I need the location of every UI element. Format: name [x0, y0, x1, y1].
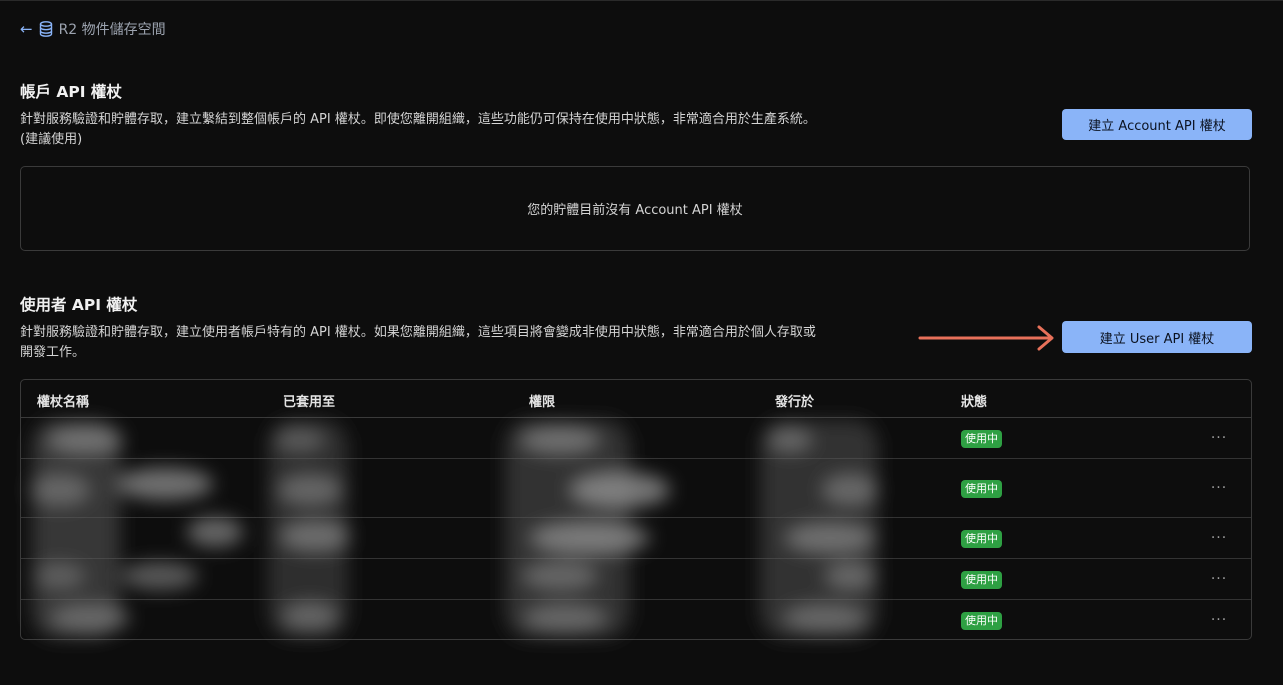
column-header-status[interactable]: 狀態 [961, 391, 987, 410]
account-section-title: 帳戶 API 權杖 [20, 83, 122, 101]
row-menu-icon[interactable]: ··· [1207, 613, 1231, 631]
status-badge: 使用中 [961, 430, 1002, 448]
table-row: 使用中 ··· [21, 418, 1251, 459]
account-section-description: 針對服務驗證和貯體存取，建立繫結到整個帳戶的 API 權杖。即使您離開組織，這些… [20, 112, 816, 147]
create-user-api-token-button[interactable]: 建立 User API 權杖 [1062, 321, 1252, 353]
database-icon [39, 21, 53, 37]
user-tokens-table: 權杖名稱 已套用至 權限 發行於 狀態 使用中 ··· 使用中 ··· 使用中 … [20, 379, 1252, 640]
account-tokens-empty-state: 您的貯體目前沒有 Account API 權杖 [20, 166, 1250, 251]
table-row: 使用中 ··· [21, 518, 1251, 559]
column-header-permissions[interactable]: 權限 [529, 391, 555, 410]
status-badge: 使用中 [961, 530, 1002, 548]
empty-state-message: 您的貯體目前沒有 Account API 權杖 [527, 203, 743, 218]
column-header-token-name[interactable]: 權杖名稱 [37, 391, 89, 410]
top-divider [0, 0, 1283, 1]
column-header-applied-to[interactable]: 已套用至 [283, 391, 335, 410]
column-header-issued-at[interactable]: 發行於 [775, 391, 814, 410]
row-menu-icon[interactable]: ··· [1207, 572, 1231, 590]
user-section-title: 使用者 API 權杖 [20, 296, 138, 314]
table-header: 權杖名稱 已套用至 權限 發行於 狀態 [21, 380, 1251, 418]
annotation-arrow-icon [918, 325, 1054, 351]
status-badge: 使用中 [961, 480, 1002, 498]
row-menu-icon[interactable]: ··· [1207, 531, 1231, 549]
row-menu-icon[interactable]: ··· [1207, 481, 1231, 499]
breadcrumb: ← R2 物件儲存空間 [20, 18, 166, 40]
table-row: 使用中 ··· [21, 600, 1251, 639]
breadcrumb-label[interactable]: R2 物件儲存空間 [59, 19, 166, 39]
create-account-api-token-button[interactable]: 建立 Account API 權杖 [1062, 109, 1252, 140]
status-badge: 使用中 [961, 612, 1002, 630]
status-badge: 使用中 [961, 571, 1002, 589]
table-row: 使用中 ··· [21, 559, 1251, 600]
table-row: 使用中 ··· [21, 459, 1251, 518]
user-section-description: 針對服務驗證和貯體存取，建立使用者帳戶特有的 API 權杖。如果您離開組織，這些… [20, 325, 816, 360]
arrow-left-icon[interactable]: ← [20, 20, 33, 38]
row-menu-icon[interactable]: ··· [1207, 431, 1231, 449]
